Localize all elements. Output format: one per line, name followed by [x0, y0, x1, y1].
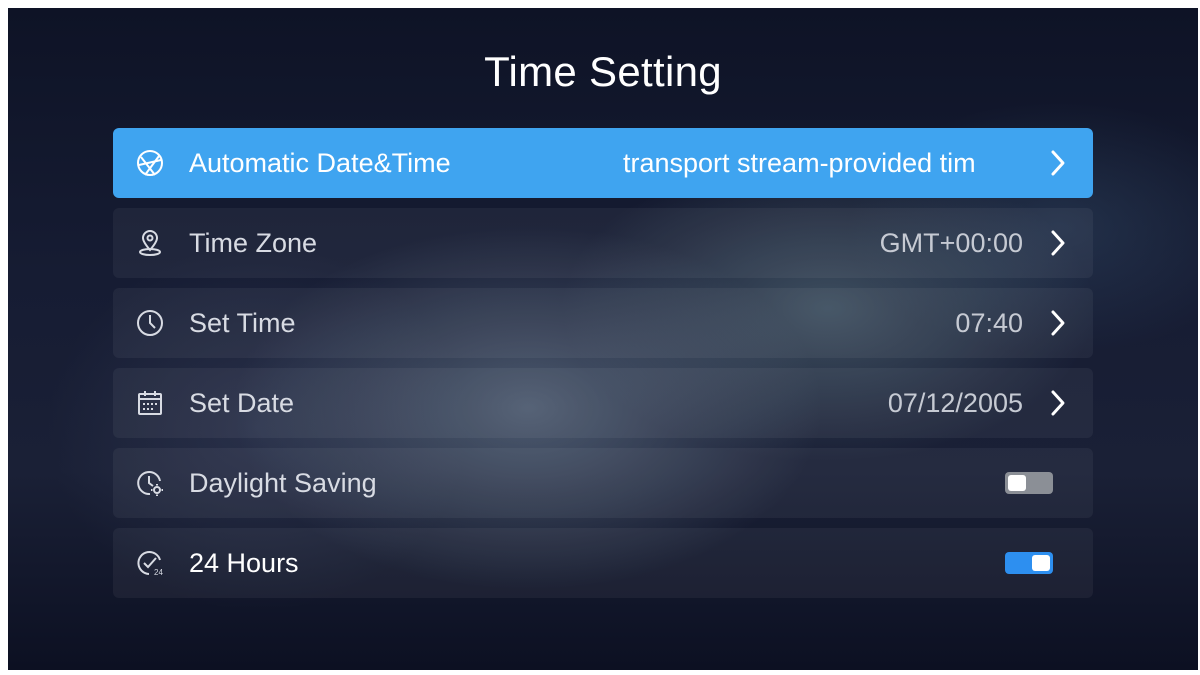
- globe-icon: [133, 146, 167, 180]
- set-date-value: 07/12/2005: [887, 387, 1023, 418]
- 24-hours-item[interactable]: 24 24 Hours: [113, 528, 1093, 598]
- set-date-label: Set Date: [189, 387, 295, 418]
- toggle-knob: [1032, 555, 1050, 571]
- page-title: Time Setting: [484, 48, 722, 95]
- set-date-item[interactable]: Set Date 07/12/2005: [113, 368, 1093, 438]
- chevron-right-icon: [1047, 386, 1069, 420]
- set-time-value: 07:40: [955, 307, 1023, 338]
- daylight-saving-label: Daylight Saving: [189, 467, 377, 498]
- toggle-knob: [1008, 475, 1026, 491]
- tv-settings-screen: Time Setting Automatic Date&Time transpo…: [8, 8, 1198, 670]
- chevron-right-icon: [1047, 146, 1069, 180]
- set-time-label: Set Time: [189, 307, 296, 338]
- clock-icon: [133, 306, 167, 340]
- 24-hours-label: 24 Hours: [189, 547, 299, 578]
- calendar-icon: [133, 386, 167, 420]
- daylight-clock-icon: [133, 466, 167, 500]
- 24-hours-toggle[interactable]: [1005, 552, 1053, 574]
- automatic-date-time-item[interactable]: Automatic Date&Time transport stream-pro…: [113, 128, 1093, 198]
- time-zone-label: Time Zone: [189, 227, 318, 258]
- daylight-saving-item[interactable]: Daylight Saving: [113, 448, 1093, 518]
- set-time-item[interactable]: Set Time 07:40: [113, 288, 1093, 358]
- svg-text:24: 24: [154, 568, 163, 577]
- chevron-right-icon: [1047, 226, 1069, 260]
- automatic-date-time-label: Automatic Date&Time: [189, 147, 451, 178]
- location-pin-icon: [133, 226, 167, 260]
- automatic-date-time-value: transport stream-provided tim: [623, 147, 976, 178]
- time-zone-item[interactable]: Time Zone GMT+00:00: [113, 208, 1093, 278]
- clock-24-icon: 24: [133, 546, 167, 580]
- time-settings-menu: Automatic Date&Time transport stream-pro…: [113, 128, 1093, 608]
- daylight-saving-toggle[interactable]: [1005, 472, 1053, 494]
- time-zone-value: GMT+00:00: [879, 227, 1023, 258]
- chevron-right-icon: [1047, 306, 1069, 340]
